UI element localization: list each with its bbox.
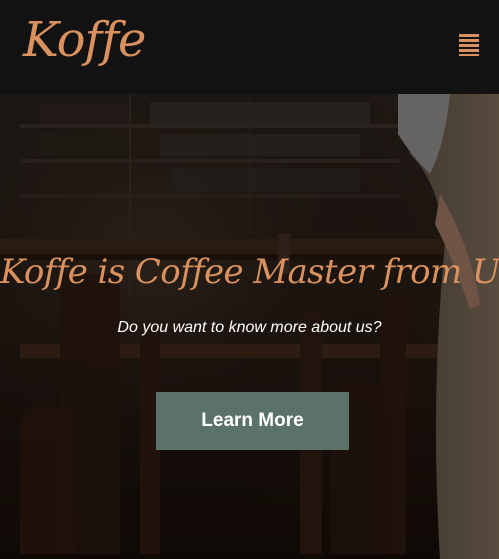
- hero-subtitle: Do you want to know more about us?: [117, 319, 382, 336]
- hero-section: Koffe is Coffee Master from UK Do you wa…: [0, 94, 499, 559]
- hamburger-menu-icon: [459, 34, 479, 56]
- menu-toggle-button[interactable]: [453, 29, 485, 61]
- navbar: Koffe: [0, 0, 499, 94]
- hero-title: Koffe is Coffee Master from UK: [0, 252, 499, 292]
- page: Koffe Koffe is Coffee Master from UK Do …: [0, 0, 499, 559]
- brand-logo[interactable]: Koffe: [23, 12, 146, 70]
- learn-more-button[interactable]: Learn More: [156, 392, 349, 450]
